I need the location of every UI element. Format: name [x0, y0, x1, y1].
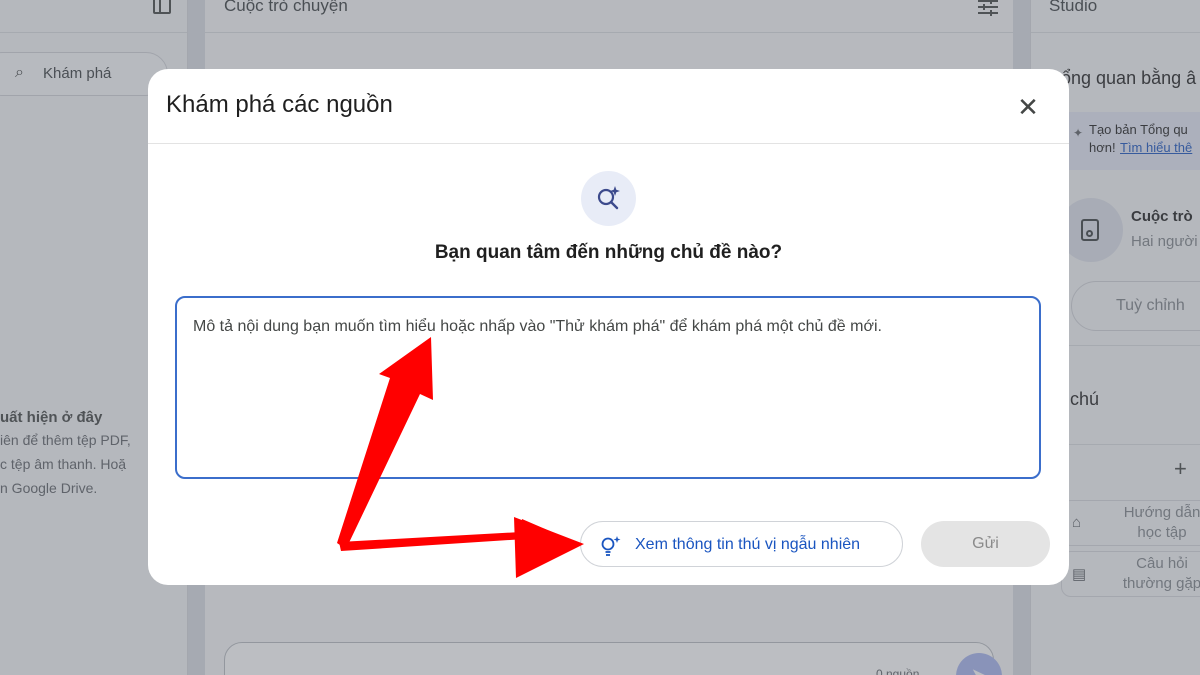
- send-button[interactable]: Gửi: [921, 521, 1050, 567]
- sparkle-search-icon: [581, 171, 636, 226]
- dialog-divider: [148, 143, 1069, 144]
- random-fact-label: Xem thông tin thú vị ngẫu nhiên: [635, 536, 861, 553]
- lightbulb-sparkle-icon: [601, 536, 621, 556]
- random-fact-button[interactable]: Xem thông tin thú vị ngẫu nhiên: [580, 521, 903, 567]
- topic-description-input[interactable]: [175, 296, 1041, 479]
- dialog-question: Bạn quan tâm đến những chủ đề nào?: [434, 242, 783, 263]
- close-icon[interactable]: ✕: [1012, 91, 1044, 123]
- discover-sources-dialog: Khám phá các nguồn ✕ Bạn quan tâm đến nh…: [148, 69, 1069, 585]
- dialog-title: Khám phá các nguồn: [166, 91, 393, 118]
